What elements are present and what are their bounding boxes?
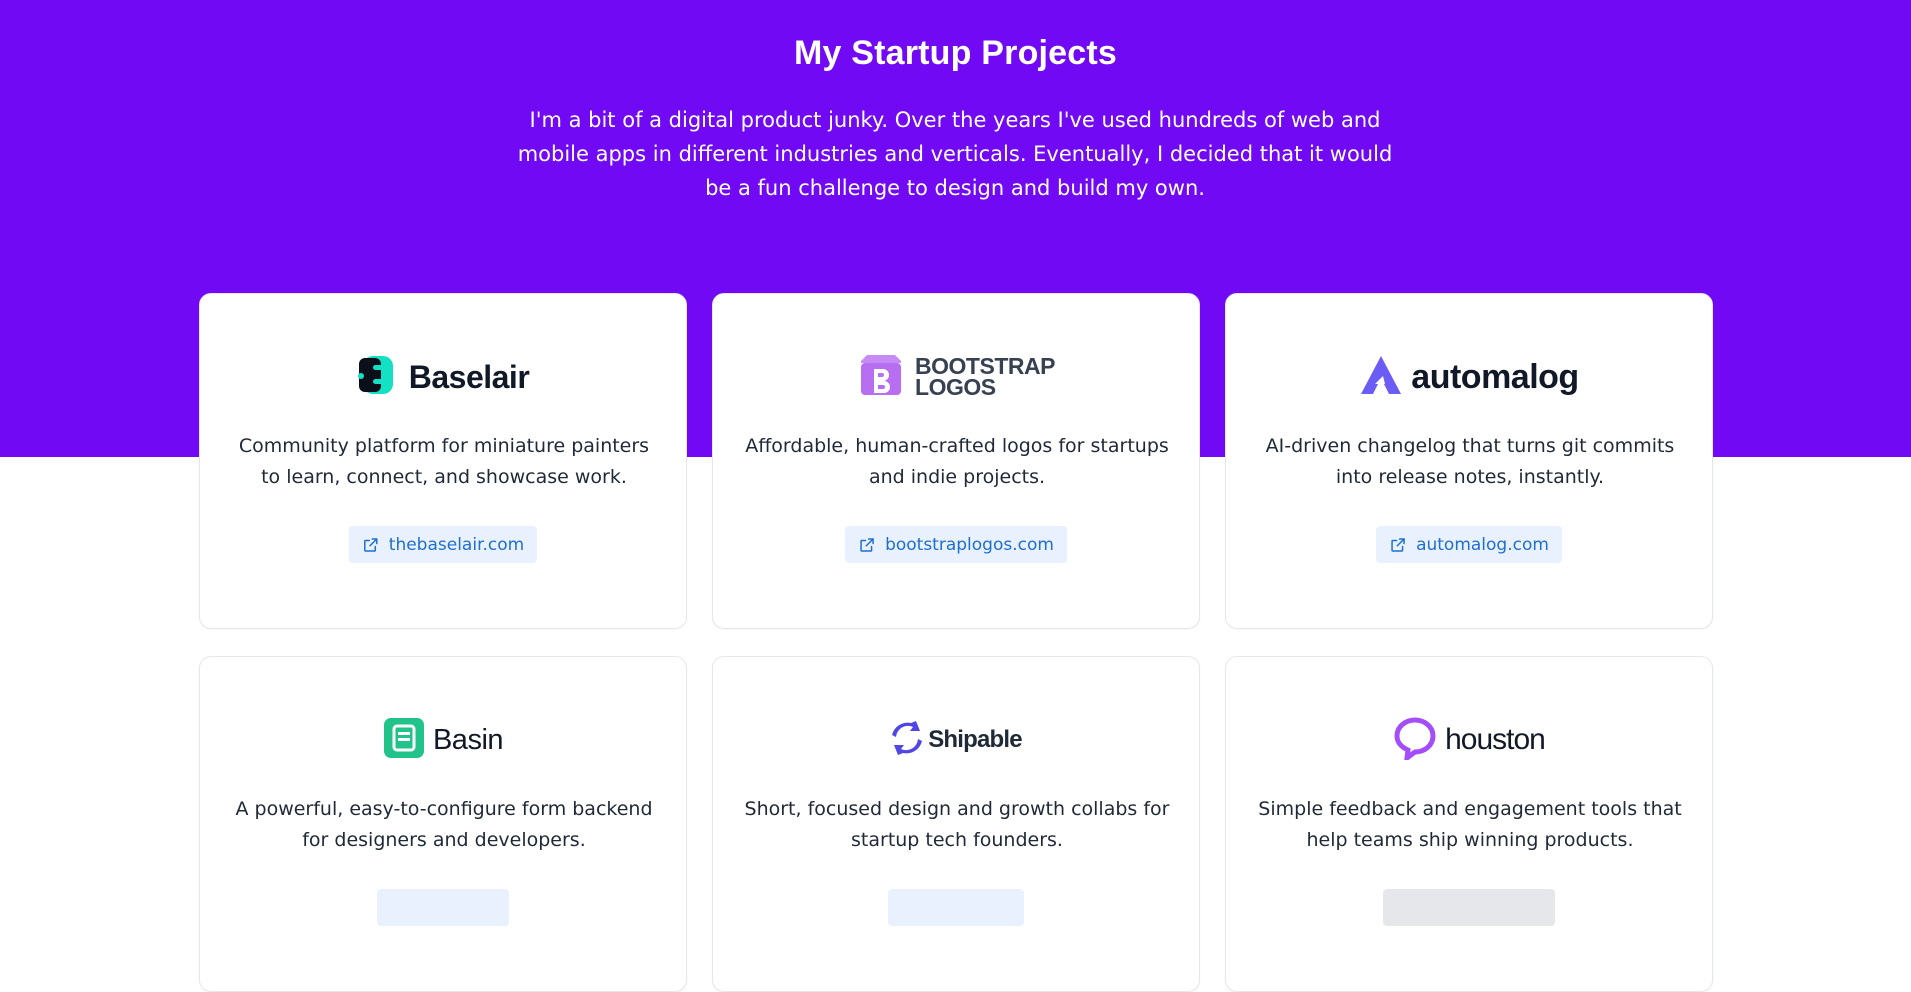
project-link-automalog[interactable]: automalog.com <box>1376 526 1562 563</box>
shipable-logo-icon <box>890 717 924 763</box>
project-link-label: bootstraplogos.com <box>885 534 1054 555</box>
project-card-basin: Basin A powerful, easy-to-configure form… <box>199 656 687 992</box>
houston-logo-icon <box>1393 716 1437 764</box>
automalog-logo-icon <box>1359 354 1403 400</box>
automalog-logo: automalog <box>1226 354 1712 400</box>
bootstrap-logos-wordmark: BOOTSTRAP LOGOS <box>915 355 1055 400</box>
project-description: Community platform for miniature painter… <box>238 435 650 488</box>
project-card-bootstrap-logos: BOOTSTRAP LOGOS Affordable, human-crafte… <box>712 293 1200 629</box>
project-card-automalog: automalog AI-driven changelog that turns… <box>1225 293 1713 629</box>
basin-logo-name: Basin <box>432 723 504 756</box>
project-link-bootstrap-logos[interactable]: bootstraplogos.com <box>845 526 1067 563</box>
project-link-label: thebaselair.com <box>388 534 525 555</box>
project-card-baselair: Baselair Community platform for miniatur… <box>199 293 687 629</box>
bootstrap-logos-logo-icon <box>857 353 905 401</box>
external-link-icon <box>362 536 380 554</box>
intro-text: I'm a bit of a digital product junky. Ov… <box>517 108 1393 200</box>
basin-logo: Basin <box>200 717 686 763</box>
project-description: AI-driven changelog that turns git commi… <box>1265 435 1675 488</box>
shipable-logo: Shipable <box>713 717 1199 763</box>
baselair-logo-icon <box>357 354 401 400</box>
project-link-baselair[interactable]: thebaselair.com <box>348 526 538 563</box>
project-card-shipable: Shipable Short, focused design and growt… <box>712 656 1200 992</box>
baselair-logo: Baselair <box>200 354 686 400</box>
page-title: My Startup Projects <box>793 34 1118 72</box>
houston-logo-name: houston <box>1445 723 1546 756</box>
project-link-label: automalog.com <box>1416 534 1549 555</box>
project-card-houston: houston Simple feedback and engagement t… <box>1225 656 1713 992</box>
external-link-icon <box>858 536 876 554</box>
bootstrap-logos-name-line2: LOGOS <box>915 374 996 400</box>
shipable-logo-name: Shipable <box>928 726 1022 753</box>
houston-logo: houston <box>1226 716 1712 764</box>
baselair-logo-name: Baselair <box>408 358 530 395</box>
project-description: Simple feedback and engagement tools tha… <box>1258 798 1682 851</box>
project-description: Affordable, human-crafted logos for star… <box>745 435 1169 488</box>
project-description: A powerful, easy-to-configure form backe… <box>235 798 653 851</box>
automalog-logo-name: automalog <box>1411 357 1579 396</box>
project-description: Short, focused design and growth collabs… <box>744 798 1170 851</box>
external-link-icon <box>1389 536 1407 554</box>
bootstrap-logos-logo: BOOTSTRAP LOGOS <box>713 354 1199 400</box>
basin-logo-icon <box>383 717 425 763</box>
